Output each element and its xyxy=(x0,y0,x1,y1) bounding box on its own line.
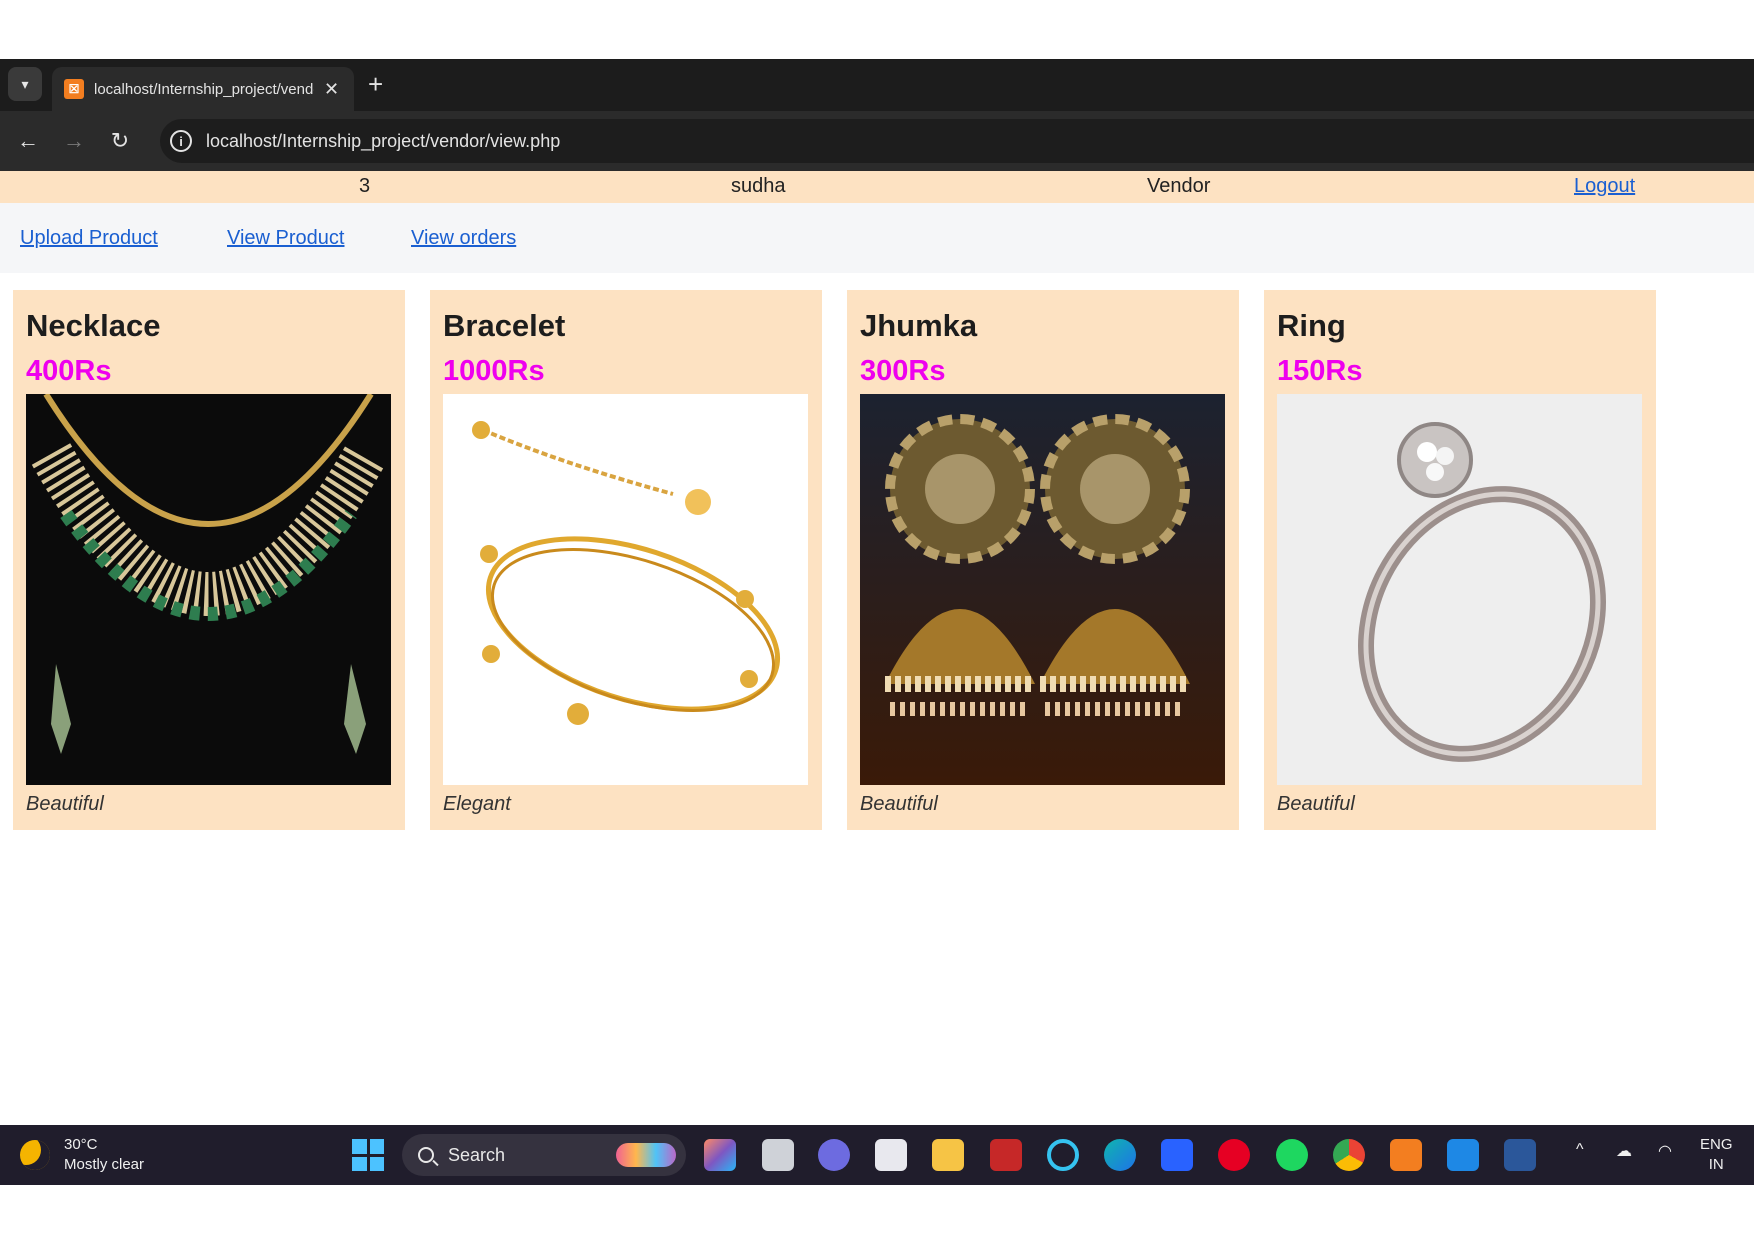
logout-link[interactable]: Logout xyxy=(1574,175,1635,198)
vendor-nav: Upload Product View Product View orders xyxy=(0,203,1754,273)
upload-product-link[interactable]: Upload Product xyxy=(20,227,158,250)
vscode-icon[interactable] xyxy=(1447,1139,1479,1171)
taskbar: 30°C Mostly clear Search ^ ☁ ◠ ENG IN xyxy=(0,1125,1754,1185)
product-price: 1000Rs xyxy=(443,355,545,387)
product-description: Elegant xyxy=(443,793,511,815)
search-label: Search xyxy=(448,1144,506,1165)
chevron-down-icon: ▾ xyxy=(21,75,29,92)
necklace-image xyxy=(26,394,391,785)
reload-icon[interactable]: ↻ xyxy=(104,125,136,157)
browser-tab-strip: ▾ ☒ localhost/Internship_project/vendor/… xyxy=(0,59,1754,111)
copilot-icon[interactable] xyxy=(704,1139,736,1171)
url-text: localhost/Internship_project/vendor/view… xyxy=(206,130,561,151)
region-code: IN xyxy=(1708,1156,1724,1173)
site-info-icon[interactable]: i xyxy=(170,130,192,152)
xampp-favicon-icon: ☒ xyxy=(64,79,84,99)
teams-chat-icon[interactable] xyxy=(818,1139,850,1171)
close-icon[interactable]: ✕ xyxy=(324,79,339,100)
weather-widget[interactable]: 30°C Mostly clear xyxy=(20,1135,144,1175)
product-price: 150Rs xyxy=(1277,355,1363,387)
product-name: Bracelet xyxy=(443,308,566,343)
screenshot-frame: ▾ ☒ localhost/Internship_project/vendor/… xyxy=(0,59,1754,1185)
mcafee-icon[interactable] xyxy=(990,1139,1022,1171)
chevron-up-icon[interactable]: ^ xyxy=(1576,1141,1584,1159)
address-bar[interactable]: i localhost/Internship_project/vendor/vi… xyxy=(160,119,1754,163)
tab-title: localhost/Internship_project/vendor/view… xyxy=(94,80,314,98)
file-explorer-icon[interactable] xyxy=(932,1139,964,1171)
jhumka-image xyxy=(860,394,1225,785)
product-description: Beautiful xyxy=(860,793,938,815)
browser-tab[interactable]: ☒ localhost/Internship_project/vendor/vi… xyxy=(52,67,354,111)
product-card: Ring 150Rs Beautiful xyxy=(1264,290,1656,830)
product-price: 300Rs xyxy=(860,355,946,387)
product-card: Bracelet 1000Rs Elegant xyxy=(430,290,822,830)
windows-start-icon[interactable] xyxy=(352,1139,384,1171)
browser-toolbar: ← → ↻ i localhost/Internship_project/ven… xyxy=(0,111,1754,171)
weather-condition: Mostly clear xyxy=(64,1156,145,1173)
task-view-icon[interactable] xyxy=(762,1139,794,1171)
spotify-icon[interactable] xyxy=(1276,1139,1308,1171)
product-card: Necklace 400Rs Beautiful xyxy=(13,290,405,830)
store-icon[interactable] xyxy=(875,1139,907,1171)
language-indicator[interactable]: ENG IN xyxy=(1700,1135,1733,1175)
word-icon[interactable] xyxy=(1504,1139,1536,1171)
onedrive-icon[interactable]: ☁ xyxy=(1616,1141,1632,1161)
taskbar-search[interactable]: Search xyxy=(402,1134,686,1176)
product-card: Jhumka 300Rs Beautiful xyxy=(847,290,1239,830)
view-orders-link[interactable]: View orders xyxy=(411,227,516,250)
username: sudha xyxy=(731,175,786,197)
web-page: 3 sudha Vendor Logout Upload Product Vie… xyxy=(0,171,1754,1129)
moon-icon xyxy=(20,1140,50,1170)
new-tab-plus-icon[interactable]: + xyxy=(368,69,383,99)
user-info-bar: 3 sudha Vendor Logout xyxy=(0,171,1754,203)
search-icon xyxy=(418,1147,434,1163)
bracelet-image xyxy=(443,394,808,785)
xampp-icon[interactable] xyxy=(1390,1139,1422,1171)
product-description: Beautiful xyxy=(26,793,104,815)
user-role: Vendor xyxy=(1147,175,1211,197)
cortana-icon[interactable] xyxy=(1047,1139,1079,1171)
tab-search-button[interactable]: ▾ xyxy=(8,67,42,101)
search-highlight-icon xyxy=(616,1143,676,1167)
product-name: Necklace xyxy=(26,308,161,343)
view-product-link[interactable]: View Product xyxy=(227,227,344,250)
product-name: Jhumka xyxy=(860,308,978,343)
product-description: Beautiful xyxy=(1277,793,1355,815)
user-id: 3 xyxy=(359,175,371,197)
forward-arrow-icon[interactable]: → xyxy=(58,125,90,157)
chrome-icon[interactable] xyxy=(1333,1139,1365,1171)
product-price: 400Rs xyxy=(26,355,112,387)
ring-image xyxy=(1277,394,1642,785)
edge-icon[interactable] xyxy=(1104,1139,1136,1171)
pinterest-icon[interactable] xyxy=(1218,1139,1250,1171)
network-icon[interactable]: ◠ xyxy=(1658,1141,1672,1161)
linkedin-icon[interactable] xyxy=(1161,1139,1193,1171)
language-code: ENG xyxy=(1700,1136,1733,1153)
back-arrow-icon[interactable]: ← xyxy=(12,125,44,157)
temperature: 30°C xyxy=(64,1136,98,1153)
product-name: Ring xyxy=(1277,308,1346,343)
